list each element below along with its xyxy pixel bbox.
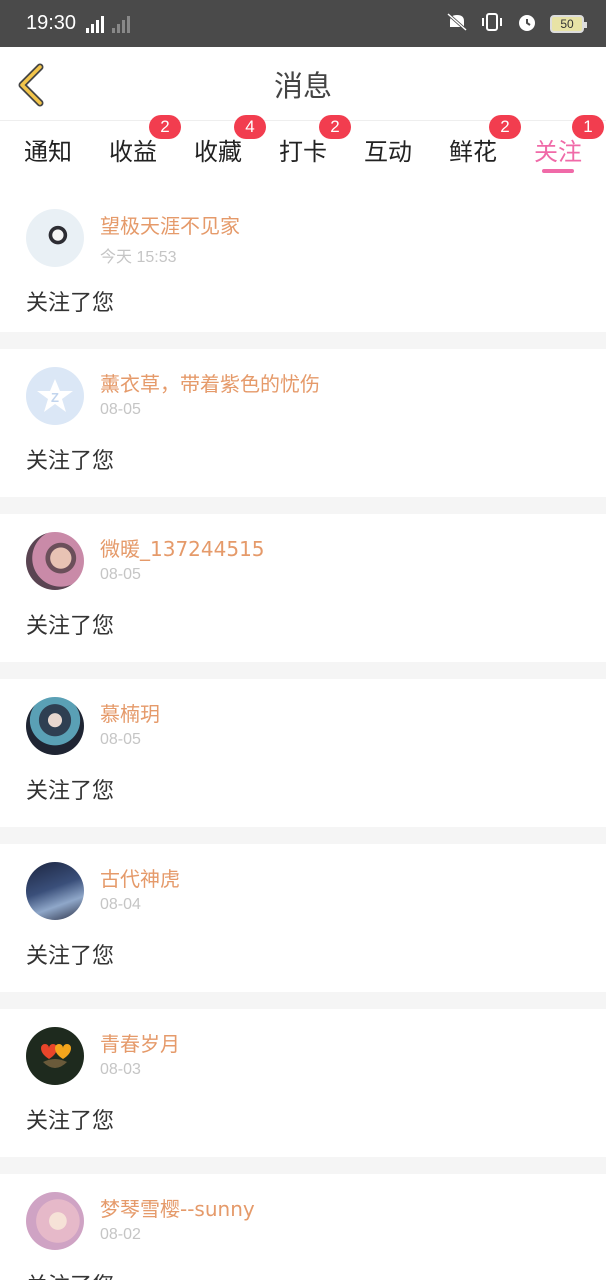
tab-flowers[interactable]: 鲜花 2: [449, 115, 521, 177]
list-item[interactable]: 梦琴雪樱--sunny 08-02 关注了您: [0, 1174, 606, 1280]
list-item[interactable]: 慕楠玥 08-05 关注了您: [0, 679, 606, 827]
list-item[interactable]: 青春岁月 08-03 关注了您: [0, 1009, 606, 1157]
timestamp: 08-05: [100, 566, 141, 583]
user-name[interactable]: 青春岁月: [100, 1031, 180, 1057]
tab-label: 打卡: [279, 137, 327, 166]
avatar[interactable]: [26, 862, 84, 920]
status-time: 19:30: [26, 12, 77, 34]
user-name[interactable]: 望极天涯不见家: [100, 213, 240, 239]
list-item[interactable]: 微暖_137244515 08-05 关注了您: [0, 514, 606, 662]
tab-label: 收藏: [194, 137, 242, 166]
cellular-signal-2-icon: [112, 15, 131, 33]
tab-label: 互动: [364, 137, 412, 166]
user-name[interactable]: 慕楠玥: [100, 701, 160, 727]
header: 消息: [0, 47, 606, 121]
badge-count: 2: [149, 115, 181, 139]
list-item[interactable]: Z 薰衣草，带着紫色的忧伤 08-05 关注了您: [0, 349, 606, 497]
message-text: 关注了您: [26, 779, 115, 804]
tab-label: 通知: [24, 137, 72, 166]
back-button[interactable]: [14, 63, 54, 107]
avatar[interactable]: [26, 1192, 84, 1250]
tab-notify[interactable]: 通知: [24, 121, 72, 177]
tab-label: 收益: [109, 137, 157, 166]
hearts-icon: [41, 1044, 71, 1068]
timestamp: 08-04: [100, 896, 141, 913]
tab-label: 关注: [534, 137, 582, 166]
avatar[interactable]: [26, 532, 84, 590]
badge-count: 2: [489, 115, 521, 139]
avatar[interactable]: [26, 209, 84, 267]
timestamp: 08-05: [100, 401, 141, 418]
avatar[interactable]: [26, 697, 84, 755]
cellular-signal-icon: [86, 15, 105, 33]
badge-count: 4: [234, 115, 266, 139]
user-name[interactable]: 微暖_137244515: [100, 536, 265, 562]
tab-bar: 通知 收益 2 收藏 4 打卡 2 互动 鲜花 2 关注 1: [0, 115, 606, 177]
tab-checkin[interactable]: 打卡 2: [279, 115, 351, 177]
timestamp: 08-05: [100, 731, 141, 748]
message-text: 关注了您: [26, 1109, 115, 1134]
tab-earnings[interactable]: 收益 2: [109, 115, 181, 177]
alarm-icon: [516, 11, 538, 37]
message-text: 关注了您: [26, 449, 115, 474]
avatar[interactable]: [26, 1027, 84, 1085]
timestamp: 今天 15:53: [100, 249, 177, 266]
page-title: 消息: [273, 68, 332, 103]
mute-icon: [446, 12, 468, 36]
timestamp: 08-03: [100, 1061, 141, 1078]
svg-text:Z: Z: [51, 390, 59, 405]
list-item[interactable]: 古代神虎 08-04 关注了您: [0, 844, 606, 992]
tab-favorites[interactable]: 收藏 4: [194, 115, 266, 177]
timestamp: 08-02: [100, 1226, 141, 1243]
vibrate-icon: [480, 12, 504, 36]
badge-count: 1: [572, 115, 604, 139]
tab-interaction[interactable]: 互动: [364, 121, 412, 177]
user-name[interactable]: 梦琴雪樱--sunny: [100, 1196, 255, 1222]
user-name[interactable]: 薰衣草，带着紫色的忧伤: [100, 371, 320, 397]
message-list: 望极天涯不见家今天 15:53 关注了您 Z 薰衣草，带着紫色的忧伤 08-05 …: [0, 177, 606, 1280]
avatar[interactable]: Z: [26, 367, 84, 425]
user-name[interactable]: 古代神虎: [100, 866, 180, 892]
status-bar: 19:30 50: [0, 0, 606, 47]
tab-follow[interactable]: 关注 1: [534, 115, 604, 177]
message-text: 关注了您: [26, 1268, 580, 1280]
chevron-left-icon: [18, 63, 44, 107]
message-text: 关注了您: [26, 291, 115, 316]
badge-count: 2: [319, 115, 351, 139]
default-avatar-icon: Z: [37, 379, 73, 412]
tab-label: 鲜花: [449, 137, 497, 166]
message-text: 关注了您: [26, 944, 115, 969]
message-text: 关注了您: [26, 614, 115, 639]
list-item[interactable]: 望极天涯不见家今天 15:53 关注了您: [0, 177, 606, 332]
battery-icon: 50: [550, 14, 587, 33]
